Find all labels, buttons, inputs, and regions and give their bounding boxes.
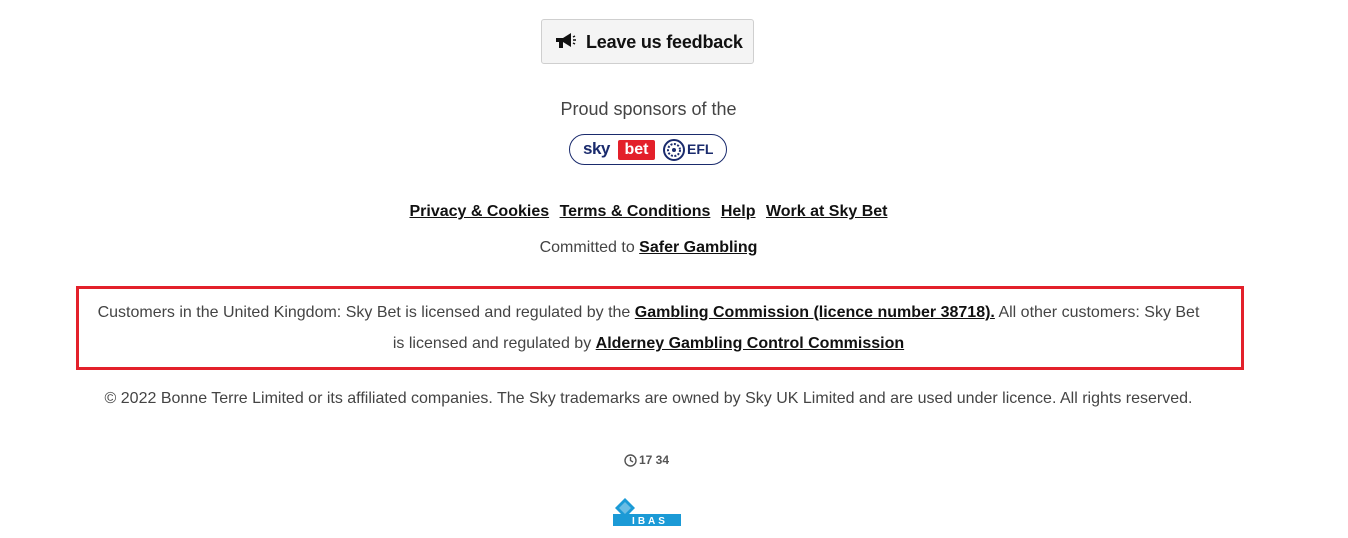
help-link[interactable]: Help	[721, 203, 756, 220]
sponsor-text: Proud sponsors of the	[560, 99, 737, 119]
work-at-sky-bet-link[interactable]: Work at Sky Bet	[766, 203, 888, 220]
safer-gambling-line: Committed to Safer Gambling	[0, 239, 1297, 257]
gambling-commission-link[interactable]: Gambling Commission (licence number 3871…	[635, 304, 995, 321]
time-value: 17 34	[639, 453, 670, 467]
terms-conditions-link[interactable]: Terms & Conditions	[560, 203, 711, 220]
clock-time: 17 34	[624, 453, 669, 467]
copyright-text: © 2022 Bonne Terre Limited or its affili…	[104, 390, 1193, 407]
efl-crest-icon	[663, 139, 685, 161]
privacy-cookies-link[interactable]: Privacy & Cookies	[409, 203, 549, 220]
skybet-efl-logo[interactable]: sky bet EFL	[569, 134, 727, 165]
ibas-logo[interactable]: IBAS	[613, 498, 683, 528]
ibas-label: IBAS	[632, 516, 668, 527]
licence-part1: Customers in the United Kingdom: Sky Bet…	[97, 304, 631, 321]
safer-prefix: Committed to	[539, 239, 635, 256]
safer-gambling-link[interactable]: Safer Gambling	[639, 239, 757, 256]
alderney-commission-link[interactable]: Alderney Gambling Control Commission	[596, 335, 904, 352]
badge-bet-text: bet	[618, 140, 655, 160]
badge-efl-text: EFL	[687, 141, 714, 157]
footer-links: Privacy & Cookies Terms & Conditions Hel…	[0, 203, 1297, 221]
feedback-label: Leave us feedback	[586, 32, 743, 52]
leave-feedback-button[interactable]: Leave us feedback	[541, 19, 754, 64]
licence-text: Customers in the United Kingdom: Sky Bet…	[92, 297, 1205, 359]
clock-icon	[624, 453, 637, 467]
badge-sky-text: sky	[583, 139, 610, 158]
megaphone-icon	[556, 33, 576, 48]
